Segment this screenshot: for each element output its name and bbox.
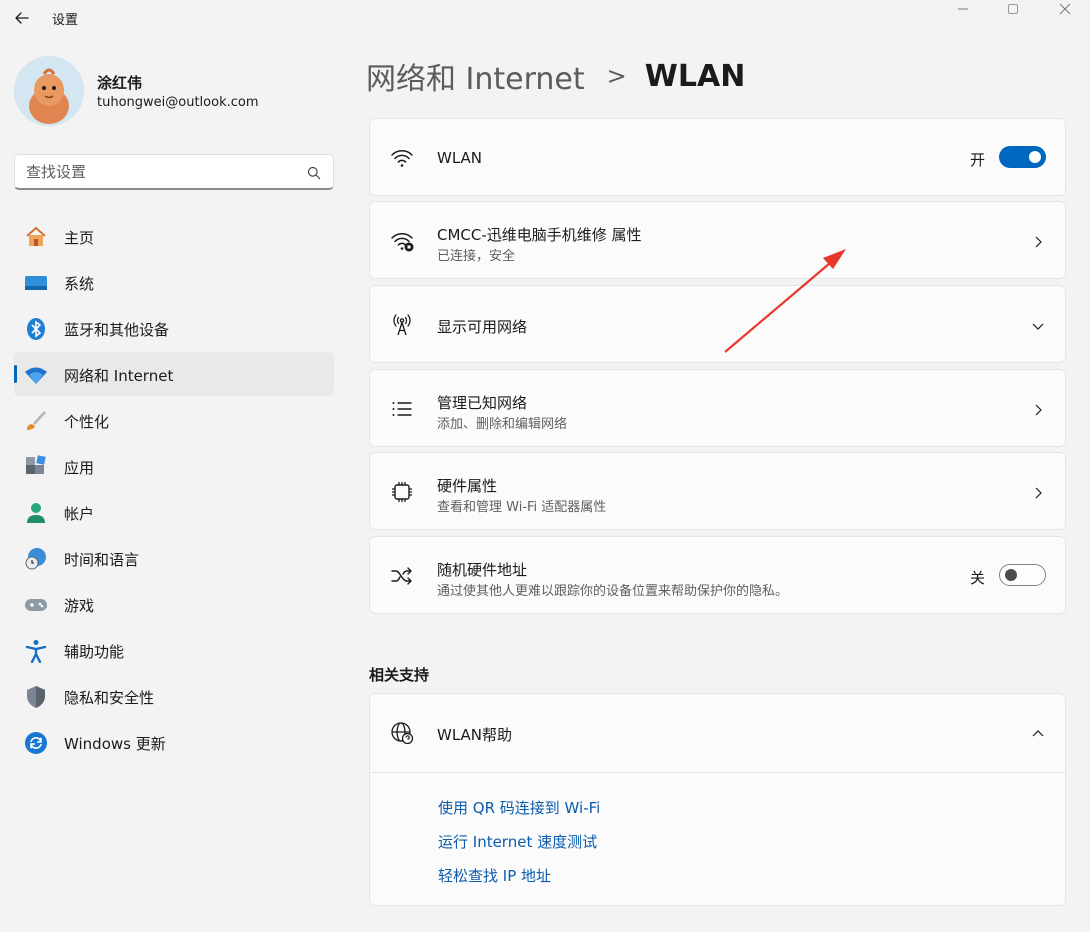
- random-address-toggle-label: 关: [969, 569, 985, 587]
- network-name: CMCC-迅维电脑手机维修 属性: [437, 226, 642, 244]
- hardware-properties-subtitle: 查看和管理 Wi-Fi 适配器属性: [437, 500, 607, 515]
- accessibility-icon: [24, 639, 48, 664]
- speed-test-link[interactable]: 运行 Internet 速度测试: [438, 831, 597, 852]
- sidebar-nav: 主页 系统 蓝牙和其他设备 网络和 Internet 个性化 应用 帐户 时间和…: [14, 214, 334, 766]
- sidebar-item-label: 系统: [64, 275, 95, 293]
- sidebar-item-home[interactable]: 主页: [14, 214, 334, 258]
- search-icon[interactable]: [307, 165, 321, 180]
- sidebar-item-label: 帐户: [64, 505, 95, 523]
- sidebar-item-privacy[interactable]: 隐私和安全性: [14, 674, 334, 718]
- title-bar: 设置: [0, 0, 1090, 36]
- maximize-icon[interactable]: [988, 0, 1038, 18]
- breadcrumb: 网络和 Internet > WLAN: [366, 54, 746, 98]
- shuffle-icon: [390, 564, 414, 588]
- sidebar-item-system[interactable]: 系统: [14, 260, 334, 304]
- apps-icon: [24, 455, 48, 479]
- wlan-toggle[interactable]: [999, 146, 1046, 168]
- page-title: WLAN: [644, 58, 746, 94]
- globe-help-icon: [390, 721, 414, 745]
- sidebar-item-personalization[interactable]: 个性化: [14, 398, 334, 442]
- wlan-help-card: WLAN帮助 使用 QR 码连接到 Wi-Fi 运行 Internet 速度测试…: [369, 693, 1066, 906]
- time-language-icon: [24, 547, 48, 571]
- shield-icon: [24, 685, 48, 709]
- sidebar-item-label: 游戏: [64, 597, 95, 615]
- sidebar-item-label: 隐私和安全性: [64, 689, 155, 707]
- hardware-properties-card[interactable]: 硬件属性 查看和管理 Wi-Fi 适配器属性: [369, 452, 1066, 530]
- known-networks-subtitle: 添加、删除和编辑网络: [437, 417, 568, 432]
- wifi-secured-icon: [390, 229, 414, 253]
- network-icon: [24, 363, 48, 387]
- bluetooth-icon: [24, 317, 48, 341]
- chevron-right-icon: [1031, 402, 1045, 416]
- gamepad-icon: [24, 593, 48, 617]
- avatar[interactable]: [14, 56, 84, 126]
- qr-connect-link[interactable]: 使用 QR 码连接到 Wi-Fi: [438, 797, 600, 818]
- sidebar-item-label: 主页: [64, 229, 95, 247]
- wlan-title: WLAN: [437, 149, 483, 167]
- random-hardware-address-title: 随机硬件地址: [437, 561, 528, 579]
- antenna-icon: [390, 313, 414, 337]
- sidebar-item-label: 网络和 Internet: [64, 367, 174, 385]
- sidebar-item-network[interactable]: 网络和 Internet: [14, 352, 334, 396]
- sidebar-item-label: 辅助功能: [64, 643, 125, 661]
- minimize-icon[interactable]: [938, 0, 988, 18]
- network-status: 已连接，安全: [437, 249, 516, 264]
- user-name: 涂红伟: [97, 74, 143, 92]
- home-icon: [24, 225, 48, 249]
- close-icon[interactable]: [1040, 0, 1090, 18]
- list-icon: [390, 397, 414, 421]
- search-input[interactable]: [15, 155, 295, 188]
- sidebar-item-accessibility[interactable]: 辅助功能: [14, 628, 334, 672]
- chevron-up-icon: [1031, 726, 1045, 740]
- wlan-toggle-card[interactable]: WLAN 开: [369, 118, 1066, 196]
- back-arrow-icon[interactable]: [12, 8, 32, 28]
- related-support-heading: 相关支持: [369, 666, 430, 684]
- user-email: tuhongwei@outlook.com: [97, 95, 259, 110]
- wlan-toggle-label: 开: [969, 151, 985, 169]
- random-hardware-address-card: 随机硬件地址 通过使其他人更难以跟踪你的设备位置来帮助保护你的隐私。 关: [369, 536, 1066, 614]
- network-properties-card[interactable]: CMCC-迅维电脑手机维修 属性 已连接，安全: [369, 201, 1066, 279]
- update-icon: [24, 731, 48, 755]
- chevron-right-icon: [1031, 234, 1045, 248]
- wlan-help-title: WLAN帮助: [437, 726, 513, 744]
- system-icon: [24, 271, 48, 295]
- known-networks-card[interactable]: 管理已知网络 添加、删除和编辑网络: [369, 369, 1066, 447]
- sidebar-item-label: 个性化: [64, 413, 110, 431]
- search-box[interactable]: [14, 154, 334, 190]
- breadcrumb-separator: >: [606, 62, 627, 90]
- sidebar-item-windows-update[interactable]: Windows 更新: [14, 720, 334, 764]
- sidebar-item-bluetooth[interactable]: 蓝牙和其他设备: [14, 306, 334, 350]
- sidebar-item-label: Windows 更新: [64, 735, 166, 753]
- wlan-help-header[interactable]: WLAN帮助: [370, 694, 1065, 773]
- chip-icon: [390, 480, 414, 504]
- brush-icon: [24, 409, 48, 433]
- chevron-right-icon: [1031, 485, 1045, 499]
- sidebar-item-gaming[interactable]: 游戏: [14, 582, 334, 626]
- chevron-down-icon: [1031, 318, 1045, 332]
- random-hardware-address-subtitle: 通过使其他人更难以跟踪你的设备位置来帮助保护你的隐私。: [437, 584, 789, 599]
- hardware-properties-title: 硬件属性: [437, 477, 498, 495]
- available-networks-title: 显示可用网络: [437, 318, 528, 336]
- sidebar-item-label: 时间和语言: [64, 551, 140, 569]
- sidebar-item-time-language[interactable]: 时间和语言: [14, 536, 334, 580]
- known-networks-title: 管理已知网络: [437, 394, 528, 412]
- account-icon: [24, 501, 48, 525]
- breadcrumb-parent[interactable]: 网络和 Internet: [366, 54, 585, 98]
- sidebar-item-label: 蓝牙和其他设备: [64, 321, 170, 339]
- random-address-toggle[interactable]: [999, 564, 1046, 586]
- find-ip-link[interactable]: 轻松查找 IP 地址: [438, 865, 551, 886]
- sidebar-item-label: 应用: [64, 459, 95, 477]
- wifi-icon: [390, 146, 414, 170]
- sidebar-item-apps[interactable]: 应用: [14, 444, 334, 488]
- available-networks-card[interactable]: 显示可用网络: [369, 285, 1066, 363]
- window-title: 设置: [52, 13, 79, 28]
- sidebar-item-accounts[interactable]: 帐户: [14, 490, 334, 534]
